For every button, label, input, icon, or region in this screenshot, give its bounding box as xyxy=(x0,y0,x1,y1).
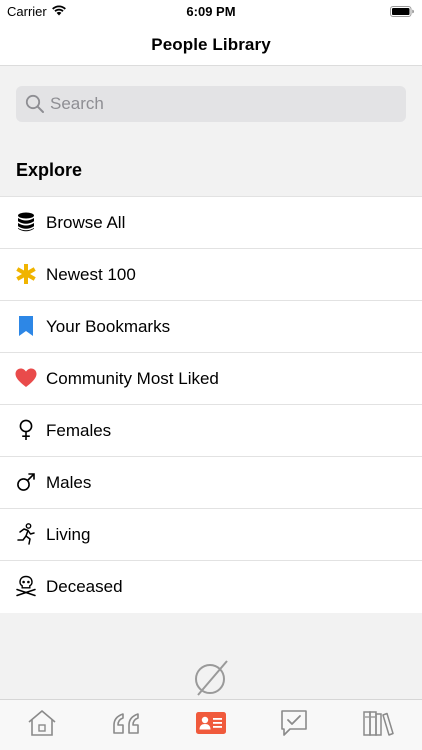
bookmark-icon xyxy=(15,315,37,337)
skull-crossbones-icon xyxy=(15,575,37,597)
female-icon xyxy=(15,419,37,441)
home-icon xyxy=(27,709,57,742)
status-time: 6:09 PM xyxy=(186,4,236,19)
search-input[interactable] xyxy=(50,86,390,122)
tab-people[interactable] xyxy=(195,710,227,740)
chat-check-icon xyxy=(280,709,308,742)
list-item-label: Your Bookmarks xyxy=(46,317,171,336)
tab-discussions[interactable] xyxy=(278,709,310,742)
list-item-label: Females xyxy=(46,421,112,440)
list-item-label: Deceased xyxy=(46,577,123,596)
list-item-deceased[interactable]: Deceased xyxy=(0,561,422,613)
list-item-label: Newest 100 xyxy=(46,265,136,284)
running-person-icon xyxy=(15,523,37,545)
list-item-browse-all[interactable]: Browse All xyxy=(0,197,422,249)
empty-set-icon xyxy=(192,659,230,702)
search-bar[interactable] xyxy=(16,86,406,122)
heart-icon xyxy=(15,367,37,389)
section-header-explore: Explore xyxy=(16,160,83,180)
male-icon xyxy=(15,471,37,493)
list-item-label: Community Most Liked xyxy=(46,369,219,388)
list-item-living[interactable]: Living xyxy=(0,509,422,561)
quote-icon xyxy=(112,711,140,740)
id-card-icon xyxy=(196,711,226,739)
list-item-label: Browse All xyxy=(46,213,126,232)
list-item-males[interactable]: Males xyxy=(0,457,422,509)
asterisk-icon xyxy=(15,263,37,285)
search-icon xyxy=(25,94,45,119)
database-icon xyxy=(15,211,37,233)
list-item-label: Living xyxy=(46,525,91,544)
navigation-bar: People Library xyxy=(0,22,422,66)
tab-quotes[interactable] xyxy=(110,710,142,740)
page-title: People Library xyxy=(151,35,271,54)
explore-list: Browse All Newest 100 Your Bookmarks Com… xyxy=(0,196,422,613)
list-item-newest-100[interactable]: Newest 100 xyxy=(0,249,422,301)
books-icon xyxy=(362,709,394,742)
list-item-females[interactable]: Females xyxy=(0,405,422,457)
list-item-community-most-liked[interactable]: Community Most Liked xyxy=(0,353,422,405)
status-bar: Carrier 6:09 PM xyxy=(0,0,422,22)
tab-home[interactable] xyxy=(26,709,58,742)
list-item-your-bookmarks[interactable]: Your Bookmarks xyxy=(0,301,422,353)
battery-icon xyxy=(390,5,414,20)
list-item-label: Males xyxy=(46,473,92,492)
tab-bar xyxy=(0,699,422,750)
tab-library[interactable] xyxy=(362,710,394,740)
